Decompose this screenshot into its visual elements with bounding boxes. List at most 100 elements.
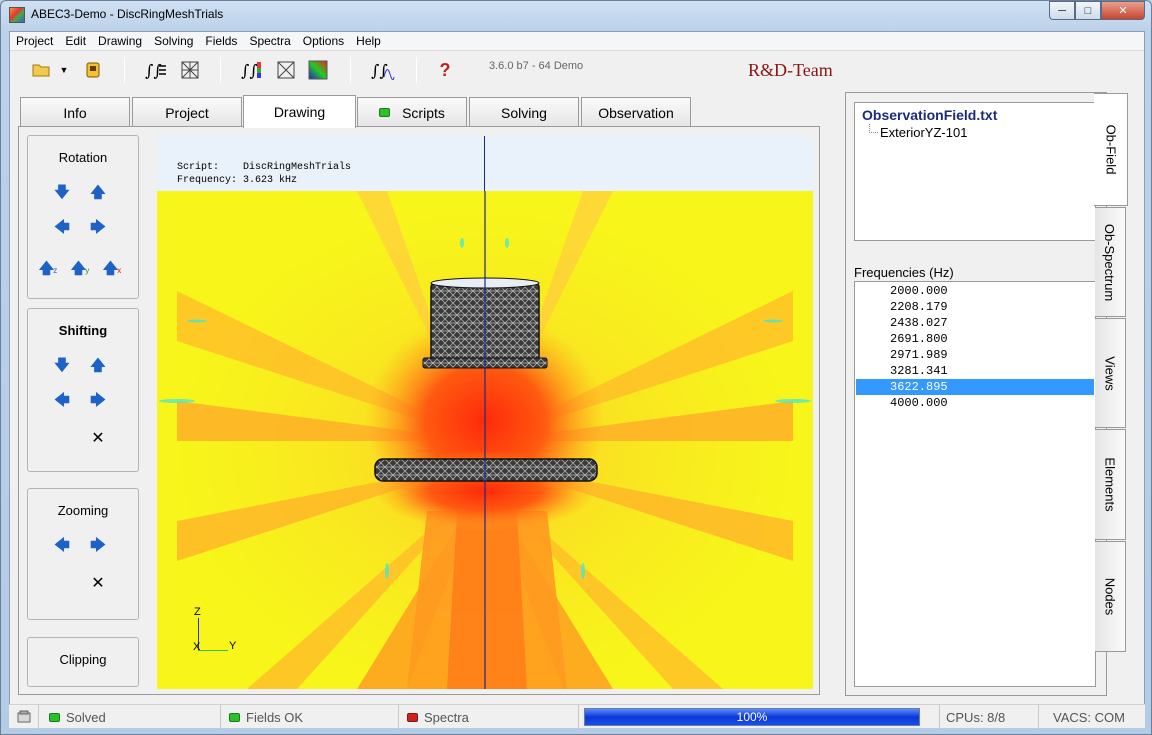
vtab-views[interactable]: Views bbox=[1095, 318, 1126, 428]
tree-child-item[interactable]: ExteriorYZ-101 bbox=[880, 125, 967, 140]
app-window: ABEC3-Demo - DiscRingMeshTrials ─ □ ✕ Pr… bbox=[0, 0, 1152, 735]
axis-y-line bbox=[198, 650, 228, 651]
tab-scripts[interactable]: Scripts bbox=[357, 97, 467, 127]
minimize-button[interactable]: ─ bbox=[1049, 1, 1075, 20]
menu-drawing[interactable]: Drawing bbox=[92, 32, 148, 50]
status-fields-text: Fields OK bbox=[246, 709, 304, 725]
frequencies-label: Frequencies (Hz) bbox=[854, 265, 954, 280]
shift-reset-button[interactable]: ✕ bbox=[90, 430, 106, 447]
menu-project[interactable]: Project bbox=[10, 32, 59, 50]
tab-solving[interactable]: Solving bbox=[469, 97, 579, 127]
tab-info-label: Info bbox=[63, 104, 87, 121]
tree-root-file[interactable]: ObservationField.txt bbox=[862, 107, 997, 123]
integral-list-button[interactable]: ∫∫ bbox=[144, 58, 168, 82]
rotate-right-button[interactable]: 🡆 bbox=[90, 219, 106, 237]
menu-fields[interactable]: Fields bbox=[199, 32, 243, 50]
status-cpus: CPUs: 8/8 bbox=[939, 705, 1039, 729]
tab-project[interactable]: Project bbox=[132, 97, 242, 127]
tab-project-label: Project bbox=[165, 104, 209, 121]
title-bar[interactable]: ABEC3-Demo - DiscRingMeshTrials ─ □ ✕ bbox=[1, 1, 1151, 31]
rotate-down-button[interactable]: 🡇 bbox=[54, 184, 70, 202]
arrow-right-icon: 🡆 bbox=[90, 218, 106, 236]
rotation-title: Rotation bbox=[58, 150, 108, 165]
colormap-button[interactable] bbox=[306, 58, 330, 82]
progress-bar: 100% bbox=[584, 708, 920, 726]
shift-left-button[interactable]: 🡄 bbox=[54, 392, 70, 410]
zooming-group: Zooming 🡄 🡆 ✕ bbox=[27, 488, 139, 620]
save-button[interactable] bbox=[82, 58, 104, 82]
vtab-nodes-label: Nodes bbox=[1102, 577, 1118, 616]
arrow-up-x-icon: 🡅 bbox=[102, 259, 119, 277]
maximize-icon: □ bbox=[1084, 4, 1092, 17]
rotate-z-button[interactable]: 🡅 z bbox=[39, 260, 58, 278]
rotate-x-button[interactable]: 🡅 x bbox=[103, 260, 122, 278]
tab-observation-label: Observation bbox=[598, 104, 674, 121]
observation-panel: ObservationField.txt ExteriorYZ-101 Freq… bbox=[845, 92, 1107, 696]
frequency-item[interactable]: 2691.800 bbox=[856, 331, 1094, 347]
arrow-down-icon: 🡇 bbox=[54, 356, 70, 374]
rotate-x-label: x bbox=[117, 265, 122, 275]
rotate-up-button[interactable]: 🡅 bbox=[90, 184, 106, 202]
menu-edit[interactable]: Edit bbox=[59, 32, 92, 50]
zooming-title: Zooming bbox=[57, 503, 109, 518]
spectrum-button[interactable]: ∫∫ bbox=[370, 58, 396, 82]
disc-ring-mesh bbox=[374, 458, 598, 482]
frequency-item[interactable]: 2000.000 bbox=[856, 283, 1094, 299]
open-project-button[interactable] bbox=[30, 58, 52, 82]
status-spectra-text: Spectra bbox=[424, 709, 469, 725]
zoom-out-button[interactable]: 🡄 bbox=[54, 537, 70, 555]
arrow-left-icon: 🡄 bbox=[54, 391, 70, 409]
axis-x-label: X bbox=[193, 641, 201, 653]
tab-drawing[interactable]: Drawing bbox=[243, 95, 356, 128]
team-label: R&D-Team bbox=[748, 60, 833, 80]
zoom-in-button[interactable]: 🡆 bbox=[90, 537, 106, 555]
frequency-item[interactable]: 2438.027 bbox=[856, 315, 1094, 331]
tab-info[interactable]: Info bbox=[20, 97, 130, 127]
menu-options[interactable]: Options bbox=[297, 32, 350, 50]
maximize-button[interactable]: □ bbox=[1075, 1, 1101, 20]
integral-list-icon: ∫∫ bbox=[145, 61, 166, 80]
integral-color-icon: ∫∫ bbox=[241, 61, 261, 80]
vtab-elements[interactable]: Elements bbox=[1095, 429, 1126, 540]
vtab-ob-field[interactable]: Ob-Field bbox=[1094, 93, 1128, 206]
tab-drawing-label: Drawing bbox=[273, 104, 326, 120]
tab-observation[interactable]: Observation bbox=[581, 97, 691, 127]
viewport-info: Script: DiscRingMeshTrials Frequency: 3.… bbox=[177, 161, 351, 187]
rotate-y-button[interactable]: 🡅 y bbox=[71, 260, 89, 278]
frequency-item[interactable]: 2971.989 bbox=[856, 347, 1094, 363]
frequency-item-selected[interactable]: 3622.895 bbox=[856, 379, 1094, 395]
minimize-icon: ─ bbox=[1058, 4, 1066, 17]
shift-up-button[interactable]: 🡅 bbox=[90, 357, 106, 375]
mesh-3d-button[interactable] bbox=[274, 58, 298, 82]
frequency-item[interactable]: 4000.000 bbox=[856, 395, 1094, 411]
menu-help[interactable]: Help bbox=[350, 32, 387, 50]
integral-color-button[interactable]: ∫∫ bbox=[240, 58, 264, 82]
shift-down-button[interactable]: 🡇 bbox=[54, 357, 70, 375]
vtab-nodes[interactable]: Nodes bbox=[1095, 541, 1126, 652]
script-label: Script: bbox=[177, 162, 220, 173]
close-button[interactable]: ✕ bbox=[1101, 1, 1145, 20]
arrow-right-icon: 🡆 bbox=[90, 536, 106, 554]
menu-solving[interactable]: Solving bbox=[148, 32, 199, 50]
frequency-list: 2000.000 2208.179 2438.027 2691.800 2971… bbox=[854, 281, 1096, 687]
arrow-left-icon: 🡄 bbox=[54, 218, 70, 236]
spectrum-icon: ∫∫ bbox=[371, 61, 395, 80]
arrow-right-icon: 🡆 bbox=[90, 391, 106, 409]
arrow-up-z-icon: 🡅 bbox=[38, 259, 55, 277]
open-dropdown-button[interactable]: ▼ bbox=[58, 58, 70, 82]
menu-spectra[interactable]: Spectra bbox=[243, 32, 296, 50]
mesh-button[interactable] bbox=[178, 58, 202, 82]
frequency-item[interactable]: 2208.179 bbox=[856, 299, 1094, 315]
shift-right-button[interactable]: 🡆 bbox=[90, 392, 106, 410]
clipping-title: Clipping bbox=[59, 652, 107, 667]
zoom-reset-button[interactable]: ✕ bbox=[90, 575, 106, 592]
status-bar: Solved Fields OK Spectra 100% CPUs: 8/8 … bbox=[9, 704, 1145, 729]
rotate-z-label: z bbox=[53, 265, 58, 275]
frequency-item[interactable]: 3281.341 bbox=[856, 363, 1094, 379]
help-button[interactable]: ? bbox=[434, 58, 456, 82]
arrow-down-icon: 🡇 bbox=[54, 183, 70, 201]
toolbar-separator bbox=[220, 57, 221, 83]
vtab-ob-spectrum[interactable]: Ob-Spectrum bbox=[1095, 207, 1126, 317]
field-viewport[interactable]: Script: DiscRingMeshTrials Frequency: 3.… bbox=[157, 136, 813, 689]
rotate-left-button[interactable]: 🡄 bbox=[54, 219, 70, 237]
